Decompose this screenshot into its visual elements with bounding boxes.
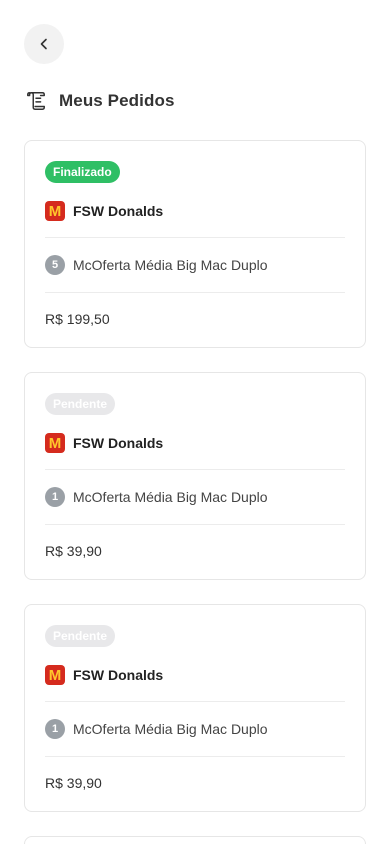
restaurant-name: FSW Donalds — [73, 667, 164, 683]
order-card[interactable]: Pendente M FSW Donalds 1 McOferta Média … — [24, 372, 366, 580]
order-card[interactable]: Pendente M FSW Donalds 1 McOferta Média … — [24, 604, 366, 812]
item-name: McOferta Média Big Mac Duplo — [73, 489, 268, 505]
order-item-row: 1 McOferta Média Big Mac Duplo — [45, 702, 345, 757]
status-badge: Pendente — [45, 393, 116, 415]
page-header: Meus Pedidos — [25, 90, 175, 112]
orders-list: Finalizado M FSW Donalds 5 McOferta Médi… — [24, 140, 366, 836]
status-badge: Pendente — [45, 625, 116, 647]
restaurant-logo: M — [45, 665, 65, 685]
restaurant-name: FSW Donalds — [73, 203, 164, 219]
restaurant-logo: M — [45, 201, 65, 221]
restaurant-row: M FSW Donalds — [45, 201, 345, 238]
restaurant-row: M FSW Donalds — [45, 433, 345, 470]
order-total: R$ 39,90 — [45, 775, 102, 791]
status-badge: Finalizado — [45, 161, 120, 183]
chevron-left-icon — [40, 38, 47, 50]
page-title: Meus Pedidos — [59, 91, 175, 110]
restaurant-name: FSW Donalds — [73, 435, 164, 451]
price-row: R$ 39,90 — [45, 525, 345, 559]
price-row: R$ 199,50 — [45, 293, 345, 327]
quantity-badge: 1 — [45, 719, 65, 739]
back-button[interactable] — [24, 24, 64, 64]
order-item-row: 5 McOferta Média Big Mac Duplo — [45, 238, 345, 293]
orders-page: Meus Pedidos Finalizado M FSW Donalds 5 … — [0, 0, 390, 844]
quantity-badge: 5 — [45, 255, 65, 275]
item-name: McOferta Média Big Mac Duplo — [73, 257, 268, 273]
quantity-badge: 1 — [45, 487, 65, 507]
item-name: McOferta Média Big Mac Duplo — [73, 721, 268, 737]
order-item-row: 1 McOferta Média Big Mac Duplo — [45, 470, 345, 525]
order-card[interactable]: Finalizado M FSW Donalds 5 McOferta Médi… — [24, 140, 366, 348]
restaurant-logo: M — [45, 433, 65, 453]
order-total: R$ 39,90 — [45, 543, 102, 559]
restaurant-row: M FSW Donalds — [45, 665, 345, 702]
scroll-icon — [27, 92, 45, 110]
order-card-partial[interactable] — [24, 836, 366, 844]
order-total: R$ 199,50 — [45, 311, 110, 327]
price-row: R$ 39,90 — [45, 757, 345, 791]
